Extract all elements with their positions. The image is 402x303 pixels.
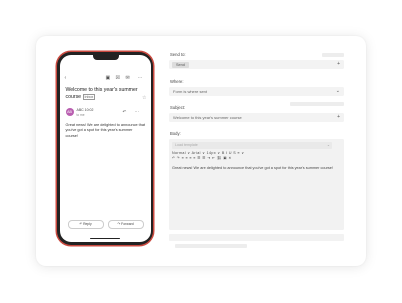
where-select[interactable]: Form is where sent ⌄ <box>169 87 344 96</box>
placeholder-bar <box>290 102 344 106</box>
recipient-chip[interactable]: Send <box>172 61 189 68</box>
sender-name: ABC 10:02 <box>76 108 94 112</box>
star-icon[interactable]: ☆ <box>142 95 146 101</box>
body-label: Body: <box>170 131 181 136</box>
inbox-label[interactable]: Inbox <box>82 94 96 100</box>
forward-arrow-icon: ↷ <box>117 222 121 226</box>
email-subject: Welcome to this year's summer course Inb… <box>66 87 144 101</box>
subject-field[interactable]: Welcome to this year's summer course + <box>169 113 344 122</box>
body-editor[interactable]: Load template ⌄ Normal ∨ Arial ∨ 14px ∨ … <box>169 139 344 230</box>
where-label: Where: <box>170 79 184 84</box>
more-icon[interactable]: ⋯ <box>138 75 143 81</box>
avatar: AB <box>65 108 74 116</box>
placeholder-bar <box>175 244 247 248</box>
reply-button[interactable]: ↶ Reply <box>67 220 104 229</box>
placeholder-bar <box>169 234 344 241</box>
add-icon[interactable]: + <box>337 113 340 122</box>
forward-button[interactable]: ↷ Forward <box>107 220 144 229</box>
more-vertical-icon[interactable]: ⋯ <box>135 109 140 115</box>
send-to-label: Send to: <box>170 52 186 57</box>
template-select[interactable]: Load template ⌄ <box>172 142 332 149</box>
phone-mockup: ‹ ▣ ☒ ✉ ⋯ Welcome to this year's summer … <box>57 52 153 245</box>
phone-screen: ‹ ▣ ☒ ✉ ⋯ Welcome to this year's summer … <box>59 55 151 242</box>
phone-notch <box>92 55 119 60</box>
recipient-line: to me <box>76 113 85 117</box>
archive-icon[interactable]: ▣ <box>106 75 111 81</box>
chevron-down-icon: ⌄ <box>335 88 340 94</box>
mail-icon[interactable]: ✉ <box>126 75 130 81</box>
delete-icon[interactable]: ☒ <box>116 75 120 81</box>
placeholder-bar <box>322 53 344 57</box>
reply-arrow-icon: ↶ <box>79 222 83 226</box>
email-subject-text: Welcome to this year's summer course <box>65 87 138 100</box>
where-value: Form is where sent <box>173 89 208 94</box>
home-indicator <box>89 237 120 239</box>
forward-button-label: Forward <box>121 222 134 226</box>
back-icon[interactable]: ‹ <box>65 75 67 81</box>
format-toolbar-row1[interactable]: Normal ∨ Arial ∨ 14px ∨ B I U S ≡ ∨ <box>172 151 244 155</box>
reply-button-label: Reply <box>83 222 92 226</box>
subject-label: Subject: <box>170 105 186 110</box>
add-icon[interactable]: + <box>337 60 340 69</box>
format-toolbar-row2[interactable]: ↶ ↷ ≡ ≡ ≡ ≡ ☰ ☰ ⇥ ⇤ ⛓ ▣ ✕ <box>172 156 232 160</box>
template-placeholder: Load template <box>175 143 198 147</box>
reply-icon[interactable]: ↶ <box>123 109 127 115</box>
email-toolbar: ‹ ▣ ☒ ✉ ⋯ <box>64 75 147 83</box>
email-body: Great news! We are delighted to announce… <box>65 123 146 138</box>
send-to-field[interactable]: Send + <box>169 60 344 69</box>
chevron-down-icon: ⌄ <box>326 143 330 147</box>
email-actions: ↶ Reply ↷ Forward <box>67 220 144 229</box>
subject-value: Welcome to this year's summer course <box>173 115 242 120</box>
body-text[interactable]: Great news! We are delighted to announce… <box>172 166 338 171</box>
